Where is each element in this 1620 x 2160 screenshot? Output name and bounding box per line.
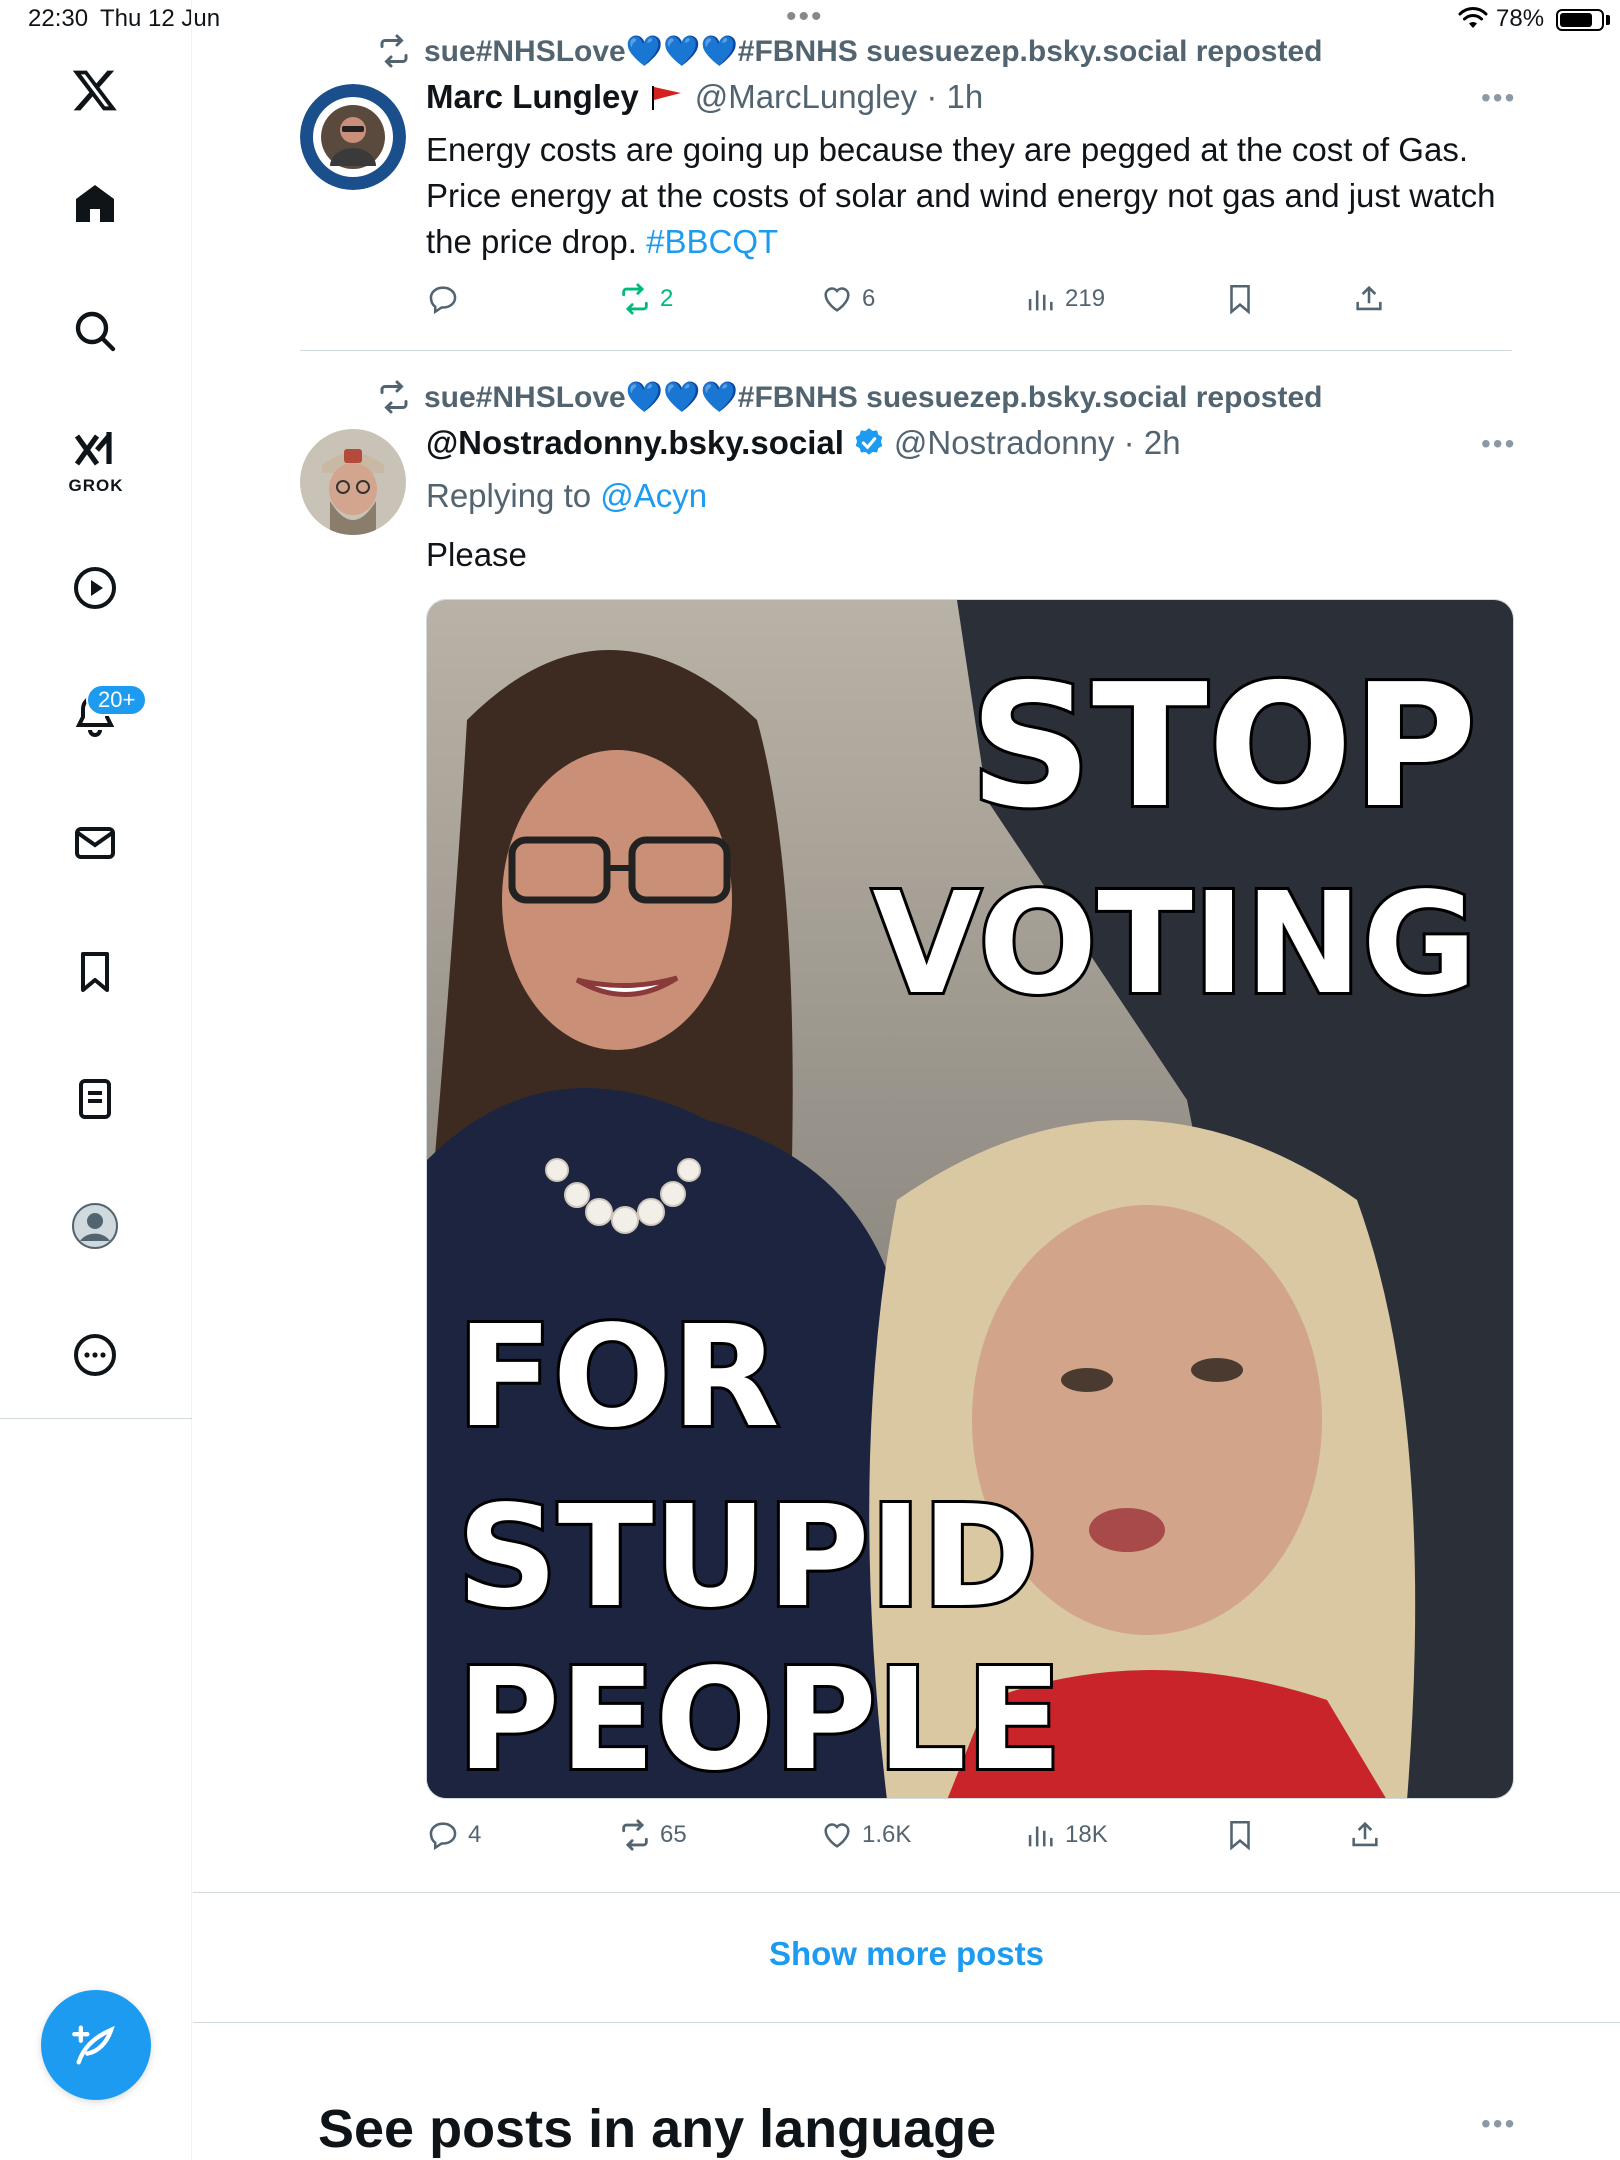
reply-icon	[429, 1822, 457, 1851]
lists-icon[interactable]	[67, 1071, 123, 1127]
tweet-more-icon[interactable]: •••	[1481, 82, 1516, 114]
heart-icon	[824, 287, 850, 312]
home-icon[interactable]	[67, 176, 123, 232]
tweet-actions: 2 6 219	[426, 282, 1426, 322]
share-button[interactable]	[1352, 282, 1386, 316]
author-handle-time[interactable]: @Nostradonny · 2h	[894, 424, 1181, 462]
retweet-count: 2	[660, 285, 674, 312]
tweet-author: Marc Lungley @MarcLungley · 1h	[426, 78, 983, 116]
like-button[interactable]: 6	[820, 282, 875, 316]
repost-icon	[380, 380, 408, 414]
retweet-button[interactable]: 65	[618, 1818, 687, 1852]
timeline-divider	[193, 2022, 1620, 2023]
retweet-icon	[622, 1819, 648, 1851]
sidebar: GROK 20+	[0, 0, 192, 2160]
replying-to: Replying to @Acyn	[426, 473, 1506, 519]
repost-label[interactable]: sue#NHSLove💙💙💙#FBNHS suesuezep.bsky.soci…	[424, 380, 1322, 415]
tweet-image[interactable]: STOP VOTING FOR STUPID PEOPLE	[426, 599, 1514, 1799]
x-logo-icon[interactable]	[67, 62, 123, 118]
views-count: 219	[1065, 285, 1106, 312]
video-icon[interactable]	[67, 560, 123, 616]
views-icon	[1028, 290, 1053, 311]
compose-button[interactable]	[41, 1990, 151, 2100]
bookmark-icon	[1230, 284, 1250, 315]
repost-label[interactable]: sue#NHSLove💙💙💙#FBNHS suesuezep.bsky.soci…	[424, 34, 1322, 69]
author-name[interactable]: Marc Lungley	[426, 78, 639, 116]
compose-icon	[72, 2025, 115, 2065]
media-text-stop: STOP	[969, 648, 1477, 846]
avatar[interactable]	[300, 429, 406, 535]
heart-icon	[824, 1823, 850, 1848]
author-handle-time[interactable]: @MarcLungley · 1h	[695, 78, 983, 116]
tweet-body: Please	[426, 536, 527, 573]
repost-indicator: sue#NHSLove💙💙💙#FBNHS suesuezep.bsky.soci…	[376, 379, 1322, 415]
profile-icon[interactable]	[67, 1198, 123, 1254]
tweet-text: Please	[426, 532, 1506, 578]
share-icon	[1352, 1821, 1378, 1847]
media-text-stupid: STUPID	[457, 1476, 1038, 1639]
more-icon[interactable]	[67, 1327, 123, 1383]
reply-button[interactable]: 4	[426, 1818, 481, 1852]
bookmarks-icon[interactable]	[67, 944, 123, 1000]
retweet-count: 65	[660, 1821, 687, 1848]
tweet-author: @Nostradonny.bsky.social @Nostradonny · …	[426, 424, 1181, 462]
views-button[interactable]: 219	[1023, 282, 1105, 316]
red-flag-icon	[651, 86, 681, 110]
bookmark-button[interactable]	[1223, 1818, 1257, 1852]
bookmark-icon	[1230, 1820, 1250, 1851]
share-button[interactable]	[1348, 1818, 1382, 1852]
section-more-icon[interactable]: •••	[1481, 2108, 1516, 2140]
media-text-people: PEOPLE	[457, 1639, 1062, 1799]
section-title: See posts in any language	[318, 2099, 997, 2159]
tweet-more-icon[interactable]: •••	[1481, 428, 1516, 460]
search-icon[interactable]	[67, 303, 123, 359]
repost-indicator: sue#NHSLove💙💙💙#FBNHS suesuezep.bsky.soci…	[376, 33, 1322, 69]
views-icon	[1028, 1826, 1053, 1847]
tweet-text: Energy costs are going up because they a…	[426, 127, 1506, 265]
reply-icon	[429, 286, 457, 315]
like-count: 1.6K	[862, 1821, 912, 1848]
tweet-actions: 4 65 1.6K 18K	[426, 1818, 1426, 1858]
like-count: 6	[862, 285, 876, 312]
bookmark-button[interactable]	[1223, 282, 1257, 316]
timeline: sue#NHSLove💙💙💙#FBNHS suesuezep.bsky.soci…	[193, 0, 1620, 2160]
sidebar-divider	[0, 1418, 192, 1419]
reply-count: 4	[468, 1821, 482, 1848]
verified-icon	[855, 428, 883, 455]
reply-button[interactable]	[426, 282, 460, 316]
grok-label: GROK	[68, 476, 124, 495]
avatar[interactable]	[300, 84, 406, 190]
timeline-divider	[193, 1892, 1620, 1893]
like-button[interactable]: 1.6K	[820, 1818, 911, 1852]
retweet-icon	[622, 283, 648, 315]
replying-handle-link[interactable]: @Acyn	[600, 477, 707, 514]
share-icon	[1356, 285, 1382, 311]
repost-icon	[380, 34, 408, 68]
replying-prefix: Replying to	[426, 477, 601, 514]
tweet-body: Energy costs are going up because they a…	[426, 131, 1496, 260]
retweet-button[interactable]: 2	[618, 282, 673, 316]
views-count: 18K	[1065, 1821, 1108, 1848]
media-text-voting: VOTING	[872, 863, 1477, 1026]
views-button[interactable]: 18K	[1023, 1818, 1108, 1852]
tweet-divider	[300, 350, 1512, 351]
messages-icon[interactable]	[67, 815, 123, 871]
show-more-posts-link[interactable]: Show more posts	[193, 1935, 1620, 1973]
notifications-badge: 20+	[86, 684, 148, 716]
media-text-for: FOR	[457, 1296, 779, 1459]
grok-icon[interactable]	[67, 422, 123, 478]
author-name[interactable]: @Nostradonny.bsky.social	[426, 424, 844, 462]
hashtag-link[interactable]: #BBCQT	[646, 223, 778, 260]
